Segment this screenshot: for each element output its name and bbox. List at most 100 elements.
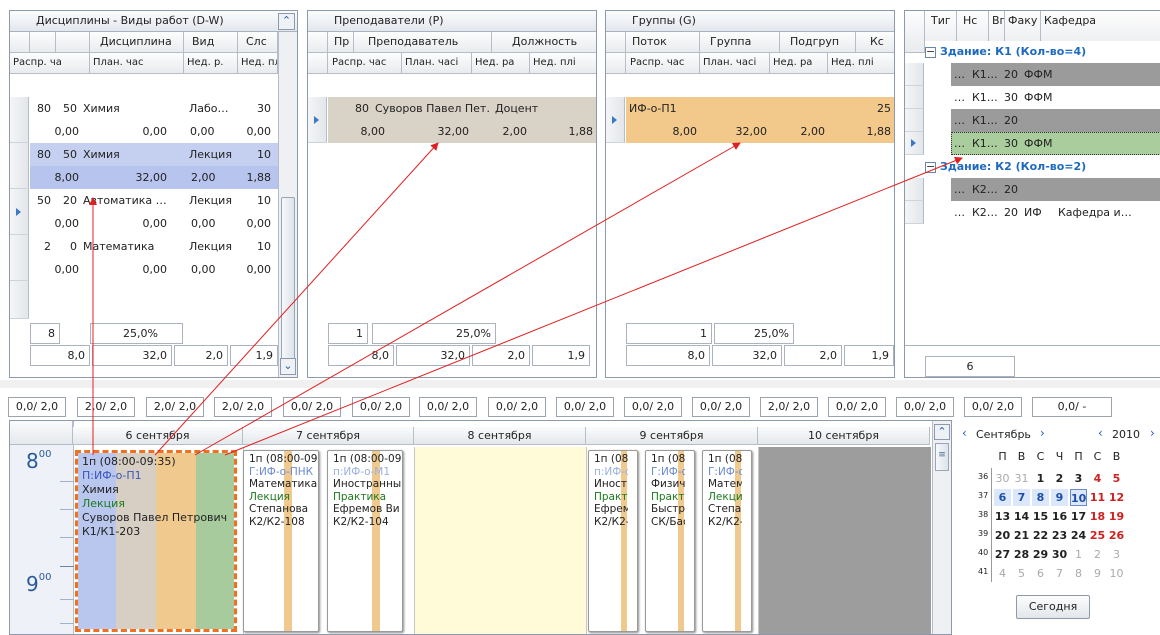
calendar-day[interactable]: 7 (1013, 489, 1030, 506)
col-plan-hours[interactable]: План. час (90, 53, 184, 74)
col-teacher[interactable]: Преподаватель (354, 32, 492, 53)
selected-lesson-event[interactable]: 1п (08:00-09:35) П:ИФ-о-П1 Химия Лекция … (75, 450, 237, 632)
calendar-day[interactable]: 2 (1051, 470, 1068, 487)
row-indicator[interactable] (905, 63, 924, 86)
lesson-event[interactable]: 1п (08:00-09 Г:ИФ-о-ПНК Математика Лекци… (243, 450, 319, 632)
vertical-scrollbar[interactable]: ⌃ ≡ (932, 421, 951, 634)
col-week-pl[interactable]: Нед. плі (530, 53, 596, 74)
calendar-day[interactable]: 3 (1108, 546, 1125, 563)
calendar-day[interactable]: 11 (1089, 489, 1106, 506)
calendar-day[interactable]: 10 (1070, 489, 1087, 506)
day-column[interactable] (415, 447, 587, 634)
calendar-day[interactable]: 19 (1108, 508, 1125, 525)
chevron-down-icon[interactable]: ⌄ (280, 358, 296, 375)
vertical-scrollbar[interactable]: ⌄ (278, 32, 297, 377)
prev-month-button[interactable]: ‹ (962, 426, 967, 440)
calendar-day[interactable]: 6 (1032, 565, 1049, 582)
col-stream[interactable]: Поток (626, 32, 700, 53)
row-indicator[interactable] (905, 132, 924, 155)
calendar-day[interactable]: 18 (1089, 508, 1106, 525)
calendar-day[interactable]: 2 (1089, 546, 1106, 563)
row-indicator[interactable] (905, 109, 924, 132)
col-week-pl[interactable]: Нед. пл (238, 53, 278, 74)
calendar-day[interactable]: 8 (1070, 565, 1087, 582)
calendar-day[interactable]: 9 (1089, 565, 1106, 582)
calendar-day[interactable]: 3 (1070, 470, 1087, 487)
calendar-day[interactable]: 6 (994, 489, 1011, 506)
row-indicator[interactable] (10, 97, 29, 143)
lesson-event[interactable]: 1п (08: Г:ИФ-о Физиче Практи Быстро СК/Б… (645, 450, 695, 632)
col-position[interactable]: Должность (492, 32, 596, 53)
row-indicator[interactable] (10, 189, 29, 235)
group-row[interactable]: − Здание: К1 (Кол-во=4) (925, 41, 1160, 63)
calendar-day[interactable]: 4 (1089, 470, 1106, 487)
calendar-day[interactable]: 14 (1013, 508, 1030, 525)
row-indicator[interactable] (10, 143, 29, 189)
chevron-up-icon[interactable]: ⌃ (934, 424, 950, 440)
calendar-day[interactable]: 7 (1051, 565, 1068, 582)
day-header[interactable]: 8 сентября (414, 427, 586, 445)
calendar-day[interactable]: 1 (1032, 470, 1049, 487)
calendar-day[interactable]: 30 (1051, 546, 1068, 563)
row-indicator[interactable] (308, 97, 327, 143)
row-indicator[interactable] (905, 86, 924, 109)
col-week-r[interactable]: Нед. р. (184, 53, 238, 74)
calendar-day[interactable]: 26 (1108, 527, 1125, 544)
col-plan-hours[interactable]: План. часі (402, 53, 472, 74)
col-pr[interactable]: Пр (328, 32, 354, 53)
calendar-day[interactable]: 21 (1013, 527, 1030, 544)
calendar-day[interactable]: 27 (994, 546, 1011, 563)
calendar-day[interactable]: 28 (1013, 546, 1030, 563)
row-indicator[interactable] (905, 178, 924, 201)
col-subgroup[interactable]: Подгруп (780, 32, 856, 53)
calendar-day[interactable]: 15 (1032, 508, 1049, 525)
day-header[interactable]: 9 сентября (586, 427, 758, 445)
calendar-day[interactable]: 4 (994, 565, 1011, 582)
lesson-event[interactable]: 1п (08: п:ИФ-о Иностр Практи Ефремо К2/К… (588, 450, 638, 632)
row-indicator[interactable] (606, 97, 625, 143)
calendar-day[interactable]: 16 (1051, 508, 1068, 525)
calendar-day[interactable]: 22 (1032, 527, 1049, 544)
day-column[interactable] (759, 447, 931, 634)
collapse-up-button[interactable]: ⌃ (278, 13, 295, 30)
col-kind[interactable]: Вид (184, 32, 238, 53)
prev-year-button[interactable]: ‹ (1098, 426, 1103, 440)
day-header[interactable]: 7 сентября (243, 427, 414, 445)
collapse-icon[interactable]: − (925, 161, 936, 173)
calendar-day[interactable]: 24 (1070, 527, 1087, 544)
col-ks[interactable]: Кс (856, 32, 894, 53)
calendar-day[interactable]: 13 (994, 508, 1011, 525)
row-indicator[interactable] (905, 201, 924, 224)
calendar-day[interactable]: 29 (1032, 546, 1049, 563)
day-header[interactable]: 10 сентября (758, 427, 930, 445)
calendar-day[interactable]: 1 (1070, 546, 1087, 563)
row-indicator[interactable] (10, 235, 29, 281)
col-distr-hours[interactable]: Распр. час (626, 53, 700, 74)
calendar-day[interactable]: 5 (1108, 470, 1125, 487)
calendar-day[interactable]: 20 (994, 527, 1011, 544)
scroll-thumb[interactable] (281, 197, 295, 373)
day-header[interactable]: 6 сентября (73, 427, 243, 445)
col-week-r[interactable]: Нед. ра (472, 53, 530, 74)
today-button[interactable]: Сегодня (1016, 595, 1090, 619)
next-month-button[interactable]: › (1040, 426, 1045, 440)
lesson-event[interactable]: 1п (08: Г:ИФ-о Матема Лекция Степан К2/К… (702, 450, 752, 632)
col-group[interactable]: Группа (700, 32, 780, 53)
collapse-icon[interactable]: − (925, 46, 936, 58)
calendar-day[interactable]: 30 (994, 470, 1011, 487)
col-discipline[interactable]: Дисциплина (90, 32, 184, 53)
col-week-r[interactable]: Нед. ра (770, 53, 828, 74)
calendar-day[interactable]: 9 (1051, 489, 1068, 506)
col-distr-hours[interactable]: Распр. ча (10, 53, 90, 74)
calendar-day[interactable]: 5 (1013, 565, 1030, 582)
calendar-day[interactable]: 25 (1089, 527, 1106, 544)
group-row[interactable]: − Здание: К2 (Кол-во=2) (925, 155, 1160, 178)
col-plan-hours[interactable]: План. часі (700, 53, 770, 74)
col-sls[interactable]: Слс (238, 32, 278, 53)
col-distr-hours[interactable]: Распр. час (328, 53, 402, 74)
calendar-day[interactable]: 8 (1032, 489, 1049, 506)
next-year-button[interactable]: › (1150, 426, 1155, 440)
calendar-day[interactable]: 31 (1013, 470, 1030, 487)
horizontal-splitter[interactable] (0, 380, 1160, 388)
scroll-thumb[interactable]: ≡ (935, 443, 949, 471)
